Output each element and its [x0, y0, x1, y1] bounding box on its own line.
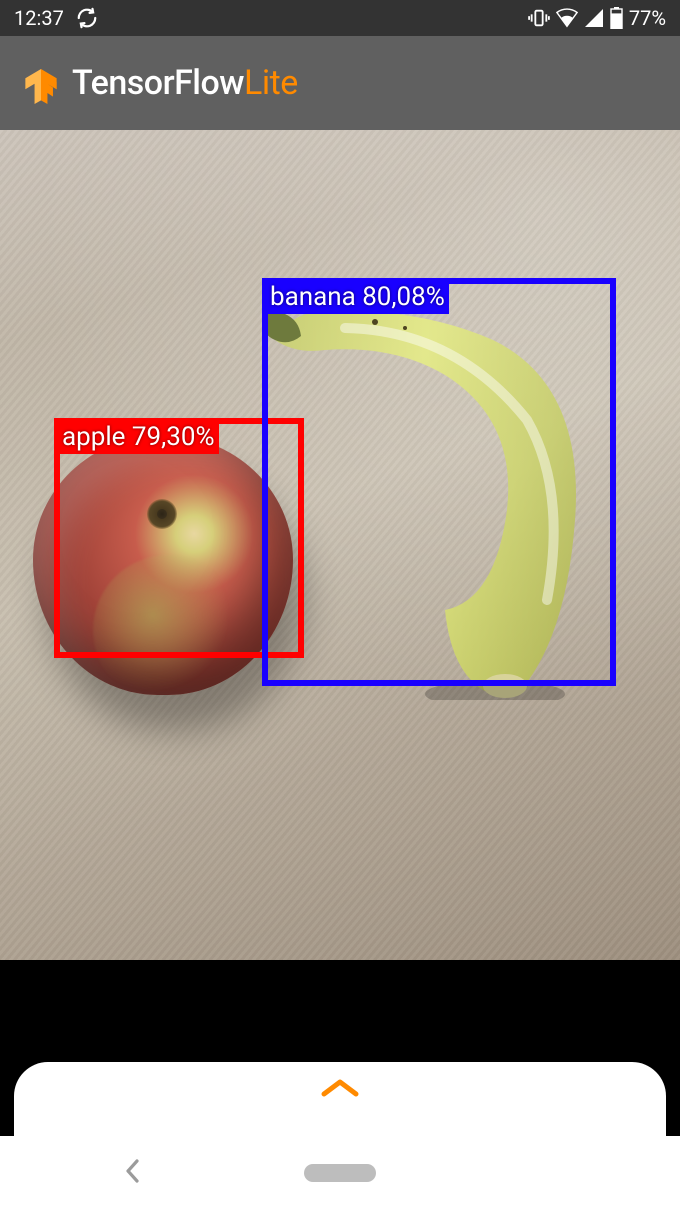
camera-viewfinder[interactable]: apple 79,30% banana 80,08%	[0, 130, 680, 960]
nav-home-pill[interactable]	[304, 1164, 376, 1182]
detection-box-banana: banana 80,08%	[262, 278, 616, 686]
status-bar: 12:37	[0, 0, 680, 36]
sync-icon	[76, 7, 98, 29]
cell-signal-icon	[584, 8, 604, 28]
app-title: TensorFlowLite	[72, 63, 298, 103]
battery-icon	[610, 7, 623, 29]
detection-label-banana: banana 80,08%	[266, 282, 449, 314]
wifi-icon	[556, 8, 578, 28]
app-logo: TensorFlowLite	[18, 56, 298, 110]
vibrate-icon	[528, 7, 550, 29]
clock: 12:37	[14, 6, 64, 30]
app-header: TensorFlowLite	[0, 36, 680, 130]
tensorflow-logo-icon	[18, 56, 64, 110]
system-nav-bar	[0, 1136, 680, 1209]
status-left: 12:37	[14, 6, 98, 30]
app-title-accent: Lite	[244, 63, 298, 103]
app-title-main: TensorFlow	[72, 63, 244, 103]
detection-label-apple: apple 79,30%	[58, 422, 219, 454]
chevron-up-icon	[318, 1076, 362, 1104]
status-right: 77%	[528, 6, 666, 30]
nav-back-button[interactable]	[122, 1157, 144, 1189]
bottom-sheet-handle[interactable]	[14, 1062, 666, 1136]
phone-screen: 12:37	[0, 0, 680, 1209]
battery-percent: 77%	[629, 6, 666, 30]
